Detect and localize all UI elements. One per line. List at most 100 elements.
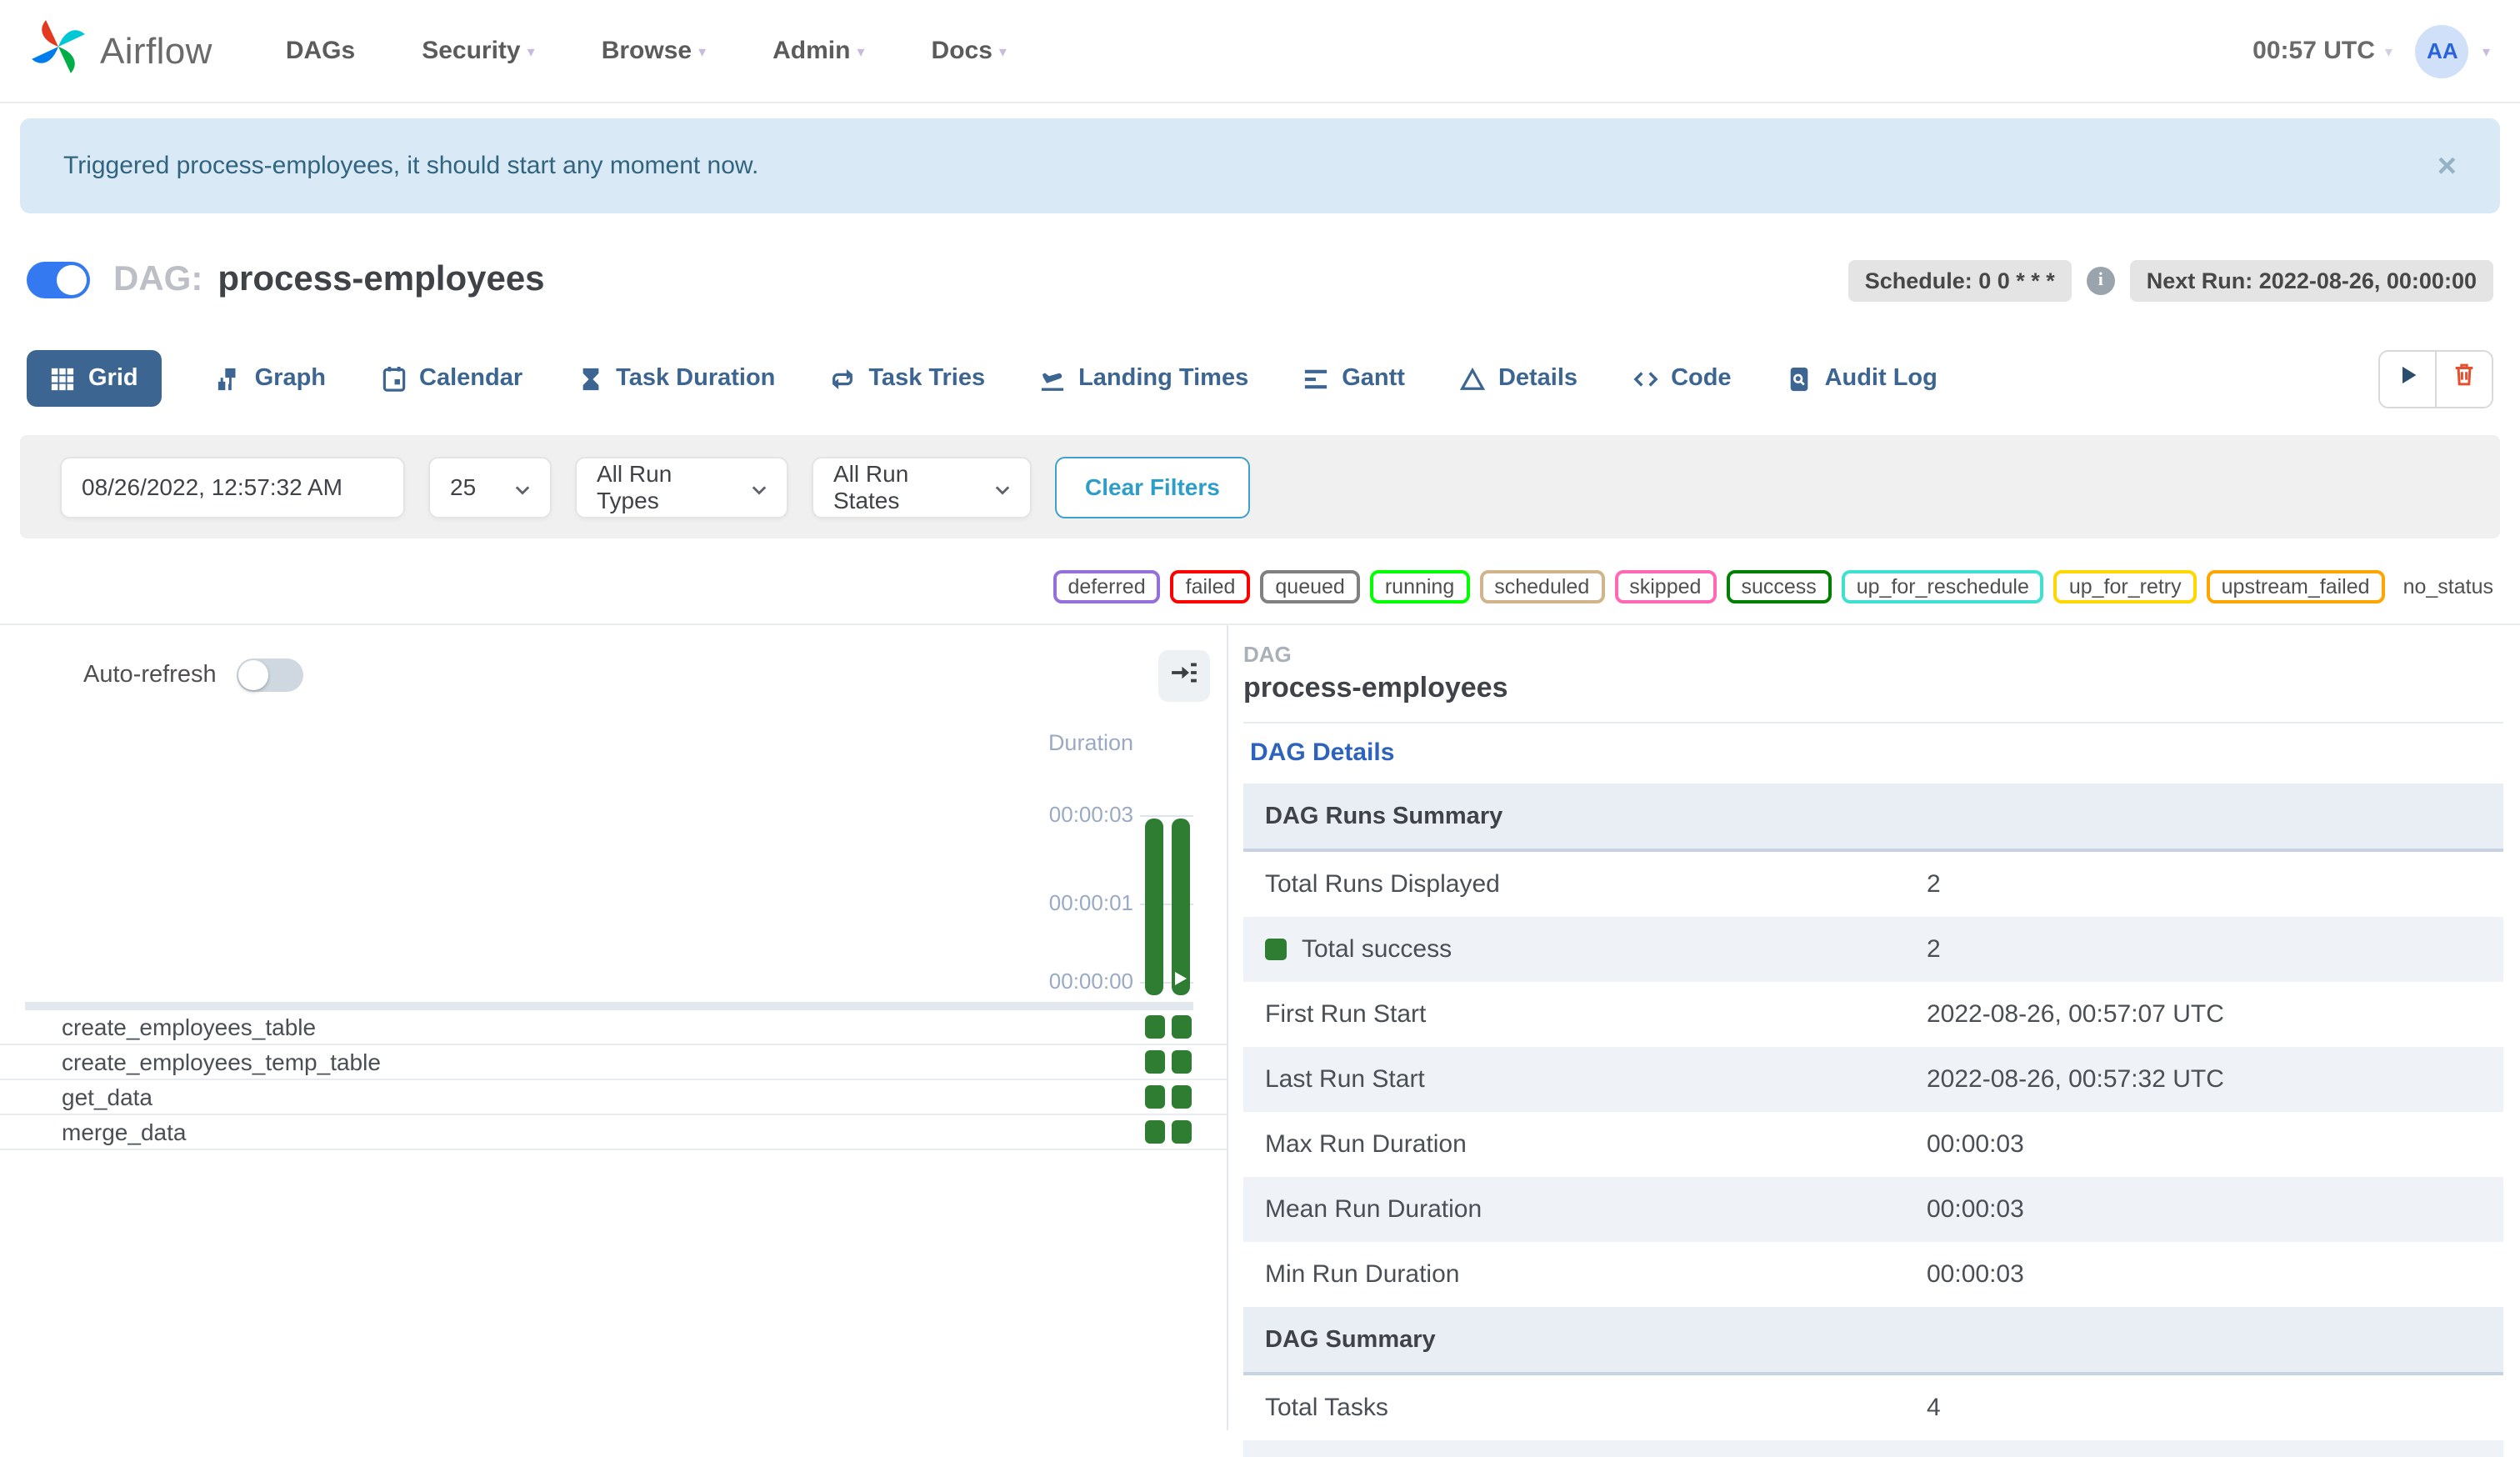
align-left-icon (1303, 366, 1328, 391)
task-instance-success[interactable] (1172, 1015, 1192, 1039)
panel-kicker: DAG (1243, 642, 1292, 667)
collapse-details-button[interactable] (1158, 650, 1210, 702)
close-icon[interactable]: × (2438, 149, 2457, 183)
plane-landing-icon (1040, 366, 1065, 391)
tab-task-duration[interactable]: Task Duration (578, 350, 775, 407)
task-row[interactable]: create_employees_temp_table (0, 1045, 1227, 1080)
top-navbar: Airflow DAGs Security ▾ Browse ▾ Admin ▾ Do… (0, 0, 2520, 103)
triangle-icon (1459, 366, 1485, 391)
toggle-knob (238, 660, 268, 690)
main-menu: DAGs Security ▾ Browse ▾ Admin ▾ Docs ▾ (286, 37, 1007, 65)
table-row: Last Run Start 2022-08-26, 00:57:32 UTC (1243, 1047, 2503, 1112)
panel-dag-title: process-employees (1243, 672, 1508, 703)
tab-graph[interactable]: Graph (217, 350, 326, 407)
gridline (1140, 815, 1193, 817)
avatar: AA (2415, 24, 2469, 78)
state-legend: deferred failed queued running scheduled… (0, 565, 2520, 608)
task-instance-success[interactable] (1145, 1050, 1165, 1074)
tab-code[interactable]: Code (1632, 350, 1732, 407)
base-date-input[interactable]: 08/26/2022, 12:57:32 AM (60, 456, 405, 518)
dag-pause-toggle[interactable] (27, 262, 90, 298)
task-instance-success[interactable] (1145, 1085, 1165, 1109)
dag-actions (2378, 349, 2493, 408)
brand-name: Airflow (100, 29, 212, 71)
task-row[interactable]: merge_data (0, 1115, 1227, 1150)
play-icon (2396, 363, 2419, 394)
user-menu[interactable]: AA ▾ (2415, 24, 2490, 78)
menu-dags[interactable]: DAGs (286, 37, 355, 65)
table-row: Total Tasks 4 (1265, 1394, 1941, 1422)
grid-icon (50, 366, 75, 391)
tab-grid[interactable]: Grid (27, 350, 162, 407)
menu-admin[interactable]: Admin ▾ (772, 37, 864, 65)
task-instance-success[interactable] (1172, 1120, 1192, 1144)
table-row: Min Run Duration 00:00:03 (1265, 1260, 2024, 1289)
task-instance-success[interactable] (1172, 1050, 1192, 1074)
num-runs-select[interactable]: 25 (428, 456, 552, 518)
toggle-knob (57, 265, 87, 295)
dag-title: process-employees (218, 260, 545, 298)
run-states-select[interactable]: All Run States (812, 456, 1032, 518)
trigger-dag-button[interactable] (2380, 351, 2435, 406)
auto-refresh-label: Auto-refresh (83, 662, 217, 688)
run-types-select[interactable]: All Run Types (575, 456, 788, 518)
delete-dag-button[interactable] (2435, 351, 2492, 406)
tab-task-tries[interactable]: Task Tries (830, 350, 985, 407)
task-name[interactable]: create_employees_table (62, 1014, 316, 1040)
legend-no-status: no_status (2402, 575, 2493, 598)
menu-security[interactable]: Security ▾ (422, 37, 534, 65)
legend-failed: failed (1170, 570, 1251, 603)
tab-calendar[interactable]: Calendar (381, 350, 522, 407)
divider (1243, 722, 2503, 723)
tab-gantt[interactable]: Gantt (1303, 350, 1405, 407)
duration-tick: 00:00:03 (1048, 802, 1133, 827)
alert-message: Triggered process-employees, it should s… (63, 152, 759, 180)
info-icon[interactable]: i (2086, 266, 2115, 294)
duration-axis-title: Duration (1048, 730, 1133, 755)
auto-refresh-toggle[interactable] (236, 658, 303, 692)
tab-audit-log[interactable]: Audit Log (1787, 350, 1938, 407)
filter-bar: 08/26/2022, 12:57:32 AM 25 All Run Types… (20, 435, 2500, 538)
legend-deferred: deferred (1052, 570, 1161, 603)
dag-run-bar-1[interactable] (1145, 819, 1163, 995)
tab-details[interactable]: Details (1459, 350, 1578, 407)
table-row-partial (1243, 1440, 2503, 1457)
clear-filters-button[interactable]: Clear Filters (1055, 456, 1250, 518)
trigger-alert-banner: Triggered process-employees, it should s… (20, 118, 2500, 213)
manual-run-icon (1175, 972, 1187, 985)
task-name[interactable]: merge_data (62, 1119, 186, 1145)
legend-queued: queued (1260, 570, 1360, 603)
menu-browse[interactable]: Browse ▾ (602, 37, 706, 65)
file-search-icon (1787, 366, 1812, 391)
task-instance-success[interactable] (1145, 1015, 1165, 1039)
auto-refresh-row: Auto-refresh (83, 658, 303, 692)
table-row: First Run Start 2022-08-26, 00:57:07 UTC (1265, 1000, 2224, 1029)
trash-icon (2452, 362, 2477, 395)
task-name[interactable]: get_data (62, 1084, 152, 1110)
hourglass-icon (578, 366, 602, 391)
chevron-down-icon (752, 473, 767, 500)
legend-success: success (1726, 570, 1832, 603)
legend-up-for-reschedule: up_for_reschedule (1841, 570, 2044, 603)
tab-landing-times[interactable]: Landing Times (1040, 350, 1248, 407)
task-instance-success[interactable] (1145, 1120, 1165, 1144)
task-instance-success[interactable] (1172, 1085, 1192, 1109)
menu-docs[interactable]: Docs ▾ (932, 37, 1007, 65)
dag-header: DAG: process-employees Schedule: 0 0 * *… (0, 250, 2520, 310)
task-row[interactable]: get_data (0, 1080, 1227, 1115)
chevron-down-icon (995, 473, 1010, 500)
table-row: Total success 2 (1243, 917, 2503, 982)
arrow-to-list-icon (1170, 658, 1198, 694)
table-section-header: DAG Summary (1243, 1307, 2503, 1375)
code-icon (1632, 366, 1658, 391)
task-row[interactable]: create_employees_table (0, 1010, 1227, 1045)
dag-details-link[interactable]: DAG Details (1250, 739, 1394, 767)
task-name[interactable]: create_employees_temp_table (62, 1049, 381, 1075)
timezone-selector[interactable]: 00:57 UTC ▾ (2252, 37, 2392, 65)
dag-run-bar-2[interactable] (1172, 819, 1190, 995)
chevron-down-icon: ▾ (2482, 43, 2490, 60)
airflow-logo[interactable]: Airflow (30, 18, 212, 83)
success-swatch (1265, 939, 1287, 960)
calendar-icon (381, 366, 406, 391)
table-row: Mean Run Duration 00:00:03 (1243, 1177, 2503, 1242)
